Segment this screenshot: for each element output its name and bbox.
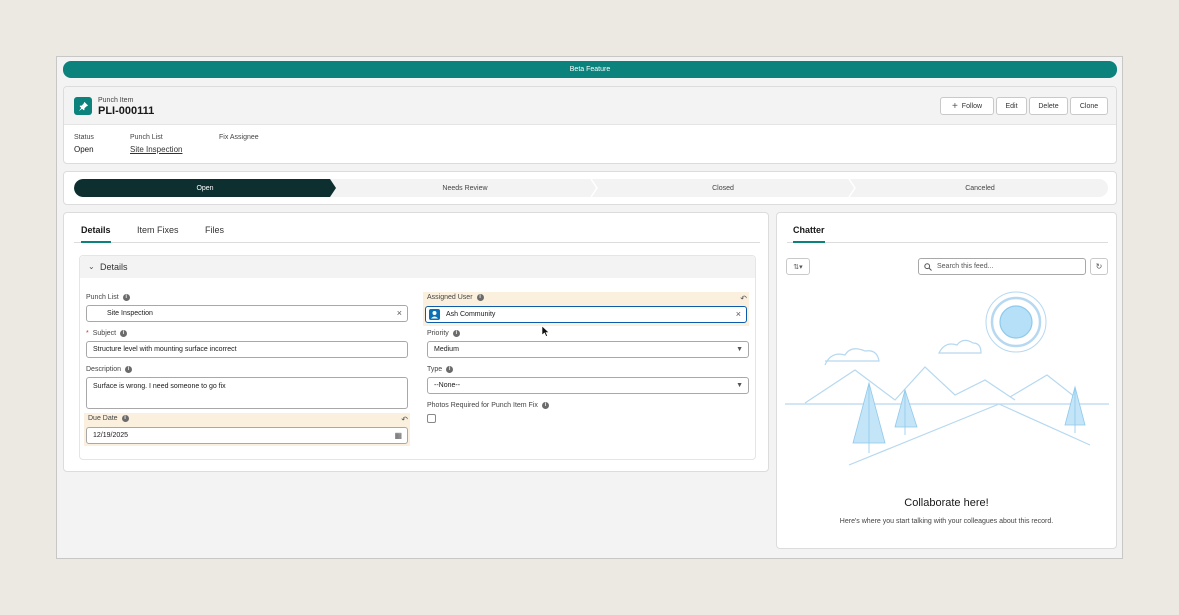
record-actions: + Follow Edit Delete Clone bbox=[940, 97, 1108, 115]
photos-required-checkbox[interactable] bbox=[427, 414, 436, 423]
description-textarea[interactable]: Surface is wrong. I need someone to go f… bbox=[86, 377, 408, 409]
punch-list-field-label: Punch List bbox=[86, 294, 119, 301]
priority-value: Medium bbox=[434, 346, 459, 353]
required-mark: * bbox=[86, 330, 89, 337]
chevron-down-icon: ▼ bbox=[736, 382, 743, 389]
path-step-closed[interactable]: Closed bbox=[594, 179, 852, 197]
info-icon[interactable]: i bbox=[125, 366, 133, 373]
description-field: Description i Surface is wrong. I need s… bbox=[86, 366, 408, 410]
path-step-open[interactable]: Open bbox=[74, 179, 336, 197]
record-type-label: Punch Item bbox=[98, 97, 134, 104]
info-icon[interactable]: i bbox=[452, 330, 460, 337]
tab-details[interactable]: Details bbox=[81, 225, 111, 243]
punch-list-link[interactable]: Site Inspection bbox=[130, 145, 182, 154]
tab-files[interactable]: Files bbox=[205, 225, 224, 241]
due-date-value: 12/19/2025 bbox=[93, 432, 129, 439]
priority-field: Priority i Medium ▼ bbox=[427, 330, 749, 360]
punch-list-label: Punch List bbox=[130, 134, 163, 141]
due-date-label: Due Date bbox=[88, 415, 118, 422]
subject-label: Subject bbox=[92, 330, 117, 337]
info-icon[interactable]: i bbox=[446, 366, 454, 373]
mouse-cursor-icon bbox=[542, 326, 550, 337]
assigned-user-field: Assigned User i ↶ Ash Community × bbox=[423, 292, 749, 326]
undo-icon[interactable]: ↶ bbox=[401, 415, 408, 424]
chevron-down-icon: ⌄ bbox=[88, 262, 95, 271]
record-header-top: Punch Item PLI-000111 + Follow Edit Dele… bbox=[64, 87, 1116, 125]
details-card: Details Item Fixes Files ⌄ Details Punch… bbox=[63, 212, 769, 472]
collaborate-illustration bbox=[785, 291, 1109, 466]
description-label: Description bbox=[86, 366, 122, 373]
priority-label: Priority bbox=[427, 330, 449, 337]
status-path: Open Needs Review Closed Canceled bbox=[63, 171, 1117, 205]
feed-search-input[interactable]: Search this feed... bbox=[918, 258, 1086, 275]
subject-field: * Subject i Structure level with mountin… bbox=[86, 330, 408, 360]
highlight-fix-assignee: Fix Assignee bbox=[219, 134, 259, 145]
info-icon[interactable]: i bbox=[121, 415, 129, 422]
refresh-button[interactable]: ↻ bbox=[1090, 258, 1108, 275]
chatter-panel: Chatter ⇅▾ Search this feed... ↻ Collabo… bbox=[776, 212, 1117, 549]
fix-assignee-label: Fix Assignee bbox=[219, 134, 259, 141]
subject-input[interactable]: Structure level with mounting surface in… bbox=[86, 341, 408, 358]
refresh-icon: ↻ bbox=[1095, 262, 1103, 271]
record-header: Punch Item PLI-000111 + Follow Edit Dele… bbox=[63, 86, 1117, 164]
info-icon[interactable]: i bbox=[122, 294, 130, 301]
path-step-needs-review[interactable]: Needs Review bbox=[336, 179, 594, 197]
info-icon[interactable]: i bbox=[476, 294, 484, 301]
punch-list-lookup-value: Site Inspection bbox=[107, 310, 153, 317]
record-name: PLI-000111 bbox=[98, 105, 155, 117]
empty-state-title: Collaborate here! bbox=[904, 497, 989, 509]
status-label: Status bbox=[74, 134, 94, 141]
status-value: Open bbox=[74, 145, 94, 154]
type-field: Type i --None-- ▼ bbox=[427, 366, 749, 396]
info-icon[interactable]: i bbox=[120, 330, 128, 337]
tab-chatter[interactable]: Chatter bbox=[793, 225, 825, 243]
beta-banner: Beta Feature bbox=[63, 61, 1117, 78]
photos-required-label: Photos Required for Punch Item Fix bbox=[427, 402, 538, 409]
info-icon[interactable]: i bbox=[541, 402, 549, 409]
path-bar: Open Needs Review Closed Canceled bbox=[74, 179, 1108, 197]
details-section-title: Details bbox=[100, 262, 128, 272]
priority-select[interactable]: Medium ▼ bbox=[427, 341, 749, 358]
user-icon bbox=[429, 309, 440, 320]
clear-icon[interactable]: × bbox=[397, 306, 402, 321]
clone-button[interactable]: Clone bbox=[1070, 97, 1108, 115]
pin-icon bbox=[74, 97, 92, 115]
highlight-status: Status Open bbox=[74, 134, 94, 154]
chatter-tabs: Chatter bbox=[787, 221, 1108, 243]
tab-item-fixes[interactable]: Item Fixes bbox=[137, 225, 179, 241]
plus-icon: + bbox=[951, 100, 958, 112]
delete-button[interactable]: Delete bbox=[1029, 97, 1068, 115]
type-value: --None-- bbox=[434, 382, 461, 389]
search-icon bbox=[924, 263, 932, 271]
undo-icon[interactable]: ↶ bbox=[740, 294, 747, 303]
edit-button[interactable]: Edit bbox=[996, 97, 1027, 115]
punch-list-lookup[interactable]: Site Inspection × bbox=[86, 305, 408, 322]
empty-state-subtitle: Here's where you start talking with your… bbox=[839, 518, 1054, 525]
chevron-down-icon: ▼ bbox=[736, 346, 743, 353]
sort-icon: ⇅▾ bbox=[793, 263, 803, 271]
type-label: Type bbox=[427, 366, 443, 373]
due-date-input[interactable]: 12/19/2025 ▦ bbox=[86, 427, 408, 444]
clear-icon[interactable]: × bbox=[736, 307, 741, 322]
type-select[interactable]: --None-- ▼ bbox=[427, 377, 749, 394]
follow-label: Follow bbox=[961, 102, 983, 110]
path-step-canceled[interactable]: Canceled bbox=[852, 179, 1108, 197]
app-frame: Beta Feature Punch Item PLI-000111 + Fol… bbox=[56, 56, 1123, 559]
assigned-user-value: Ash Community bbox=[446, 311, 496, 318]
feed-search-placeholder: Search this feed... bbox=[937, 263, 994, 270]
assigned-user-label: Assigned User bbox=[427, 294, 473, 301]
highlight-punch-list: Punch List Site Inspection bbox=[130, 134, 182, 154]
details-section: ⌄ Details Punch List i Site Inspection ×… bbox=[79, 255, 756, 460]
punch-list-field: Punch List i Site Inspection × bbox=[86, 294, 408, 324]
due-date-field: Due Date i ↶ 12/19/2025 ▦ bbox=[84, 413, 410, 446]
details-section-header[interactable]: ⌄ Details bbox=[80, 256, 755, 278]
follow-button[interactable]: + Follow bbox=[940, 97, 994, 115]
sort-button[interactable]: ⇅▾ bbox=[786, 258, 810, 275]
photos-required-field: Photos Required for Punch Item Fix i bbox=[427, 402, 749, 432]
record-tabs: Details Item Fixes Files bbox=[74, 221, 760, 243]
assigned-user-lookup[interactable]: Ash Community × bbox=[425, 306, 747, 323]
calendar-icon[interactable]: ▦ bbox=[394, 428, 402, 443]
